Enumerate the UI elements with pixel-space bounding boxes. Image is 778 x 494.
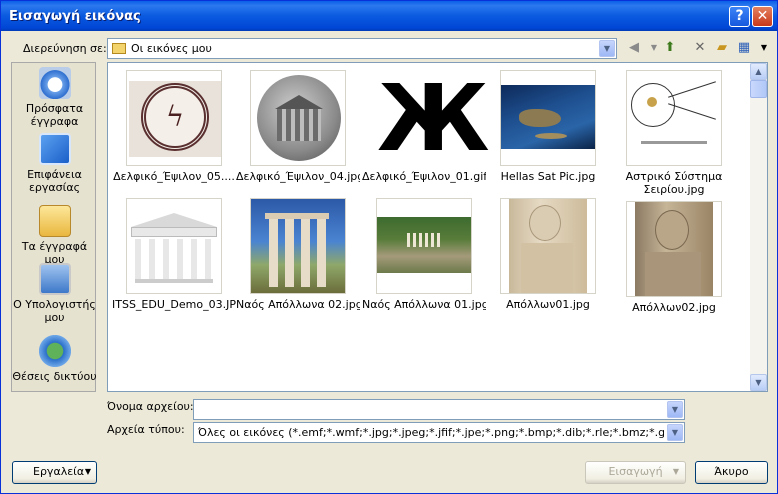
place-my-computer[interactable]: Ο Υπολογιστής μου (12, 263, 97, 324)
place-desktop[interactable]: Επιφάνεια εργασίας (12, 133, 97, 194)
network-places-icon (38, 335, 71, 367)
close-button[interactable]: ✕ (752, 6, 773, 27)
folder-icon (112, 43, 126, 54)
file-thumbnail (250, 70, 346, 166)
back-icon[interactable]: ◀ (625, 39, 643, 57)
file-thumbnail (500, 70, 596, 166)
file-thumbnail: ϟ (126, 70, 222, 166)
recent-documents-icon (38, 67, 71, 99)
cancel-button[interactable]: Άκυρο (695, 461, 768, 484)
help-button[interactable]: ? (729, 6, 750, 27)
tools-button[interactable]: Εργαλεία ▼ (12, 461, 97, 484)
file-thumbnail (626, 201, 722, 297)
desktop-icon (38, 133, 71, 165)
place-label: Πρόσφατα έγγραφα (25, 102, 84, 128)
scroll-up-icon[interactable]: ▲ (750, 63, 767, 80)
tools-label: Εργαλεία (33, 465, 85, 478)
file-list[interactable]: ϟ Δελφικό_Έψιλον_05.... Δελφικό_Έψιλον_0… (107, 62, 768, 392)
file-name: ITSS_EDU_Demo_03.JPG (112, 298, 236, 311)
scroll-thumb[interactable] (750, 80, 767, 98)
my-documents-icon (38, 205, 71, 237)
places-bar: Πρόσφατα έγγραφα Επιφάνεια εργασίας Τα έ… (11, 62, 97, 392)
file-name: Ναός Απόλλωνα 02.jpg (236, 298, 360, 311)
file-thumbnail (376, 198, 472, 294)
file-item[interactable]: Απόλλων02.jpg (612, 201, 736, 314)
views-icon[interactable]: ▦ (735, 39, 753, 57)
insert-picture-dialog: Εισαγωγή εικόνας ? ✕ Διερεύνηση σε: Οι ε… (0, 0, 778, 494)
place-my-documents[interactable]: Τα έγγραφά μου (12, 205, 97, 266)
file-item[interactable]: Δελφικό_Έψιλον_04.jpg (236, 70, 360, 183)
place-label: Θέσεις δικτύου (12, 370, 97, 383)
file-type-value: Όλες οι εικόνες (*.emf;*.wmf;*.jpg;*.jpe… (198, 426, 664, 439)
title-bar[interactable]: Εισαγωγή εικόνας ? ✕ (1, 1, 777, 31)
file-thumbnail (500, 198, 596, 294)
up-folder-icon[interactable]: ⬆ (661, 39, 679, 57)
chevron-down-icon: ▼ (84, 467, 91, 476)
file-thumbnail (250, 198, 346, 294)
place-network-places[interactable]: Θέσεις δικτύου (12, 335, 97, 383)
file-item[interactable]: Απόλλων01.jpg (486, 198, 610, 311)
file-item[interactable]: Ж Δελφικό_Έψιλον_01.gif (362, 65, 490, 183)
look-in-dropdown[interactable]: Οι εικόνες μου ▼ (107, 38, 617, 59)
file-thumbnail: Ж (376, 65, 490, 172)
look-in-label: Διερεύνηση σε: (23, 42, 107, 55)
file-item[interactable]: Ναός Απόλλωνα 01.jpg (362, 198, 486, 311)
file-thumbnail (126, 198, 222, 294)
file-name: Hellas Sat Pic.jpg (500, 170, 596, 183)
file-item[interactable]: Αστρικό Σύστημα Σειρίου.jpg (612, 70, 736, 196)
file-name-input[interactable]: ▼ (193, 399, 685, 420)
chevron-down-icon[interactable]: ▼ (667, 401, 683, 418)
views-dropdown-icon[interactable]: ▼ (755, 39, 773, 57)
new-folder-icon[interactable]: ▰ (713, 39, 731, 57)
place-label: Ο Υπολογιστής μου (13, 298, 96, 324)
insert-label: Εισαγωγή (608, 465, 663, 478)
file-item[interactable]: Ναός Απόλλωνα 02.jpg (236, 198, 360, 311)
file-item[interactable]: ϟ Δελφικό_Έψιλον_05.... (112, 70, 236, 183)
chevron-down-icon: ▼ (672, 467, 679, 476)
file-name: Απόλλων02.jpg (632, 301, 716, 314)
file-name: Αστρικό Σύστημα Σειρίου.jpg (625, 170, 723, 196)
file-name: Δελφικό_Έψιλον_05.... (113, 170, 235, 183)
chevron-down-icon[interactable]: ▼ (667, 424, 683, 441)
file-name: Απόλλων01.jpg (506, 298, 590, 311)
chevron-down-icon[interactable]: ▼ (599, 40, 615, 57)
place-label: Επιφάνεια εργασίας (27, 168, 82, 194)
file-type-label: Αρχεία τύπου: (107, 423, 185, 436)
file-name: Δελφικό_Έψιλον_04.jpg (236, 170, 360, 183)
place-recent-documents[interactable]: Πρόσφατα έγγραφα (12, 67, 97, 128)
scroll-down-icon[interactable]: ▼ (750, 374, 767, 391)
file-type-dropdown[interactable]: Όλες οι εικόνες (*.emf;*.wmf;*.jpg;*.jpe… (193, 422, 685, 443)
file-item[interactable]: Hellas Sat Pic.jpg (486, 70, 610, 183)
file-item[interactable]: ITSS_EDU_Demo_03.JPG (112, 198, 236, 311)
window-title: Εισαγωγή εικόνας (9, 9, 141, 24)
file-name-label: Όνομα αρχείου: (107, 400, 194, 413)
delete-icon[interactable]: ✕ (691, 39, 709, 57)
look-in-value: Οι εικόνες μου (131, 42, 212, 55)
file-thumbnail (626, 70, 722, 166)
file-name: Ναός Απόλλωνα 01.jpg (362, 298, 486, 311)
insert-button[interactable]: Εισαγωγή ▼ (585, 461, 686, 484)
vertical-scrollbar[interactable]: ▲ ▼ (750, 63, 767, 391)
my-computer-icon (38, 263, 71, 295)
